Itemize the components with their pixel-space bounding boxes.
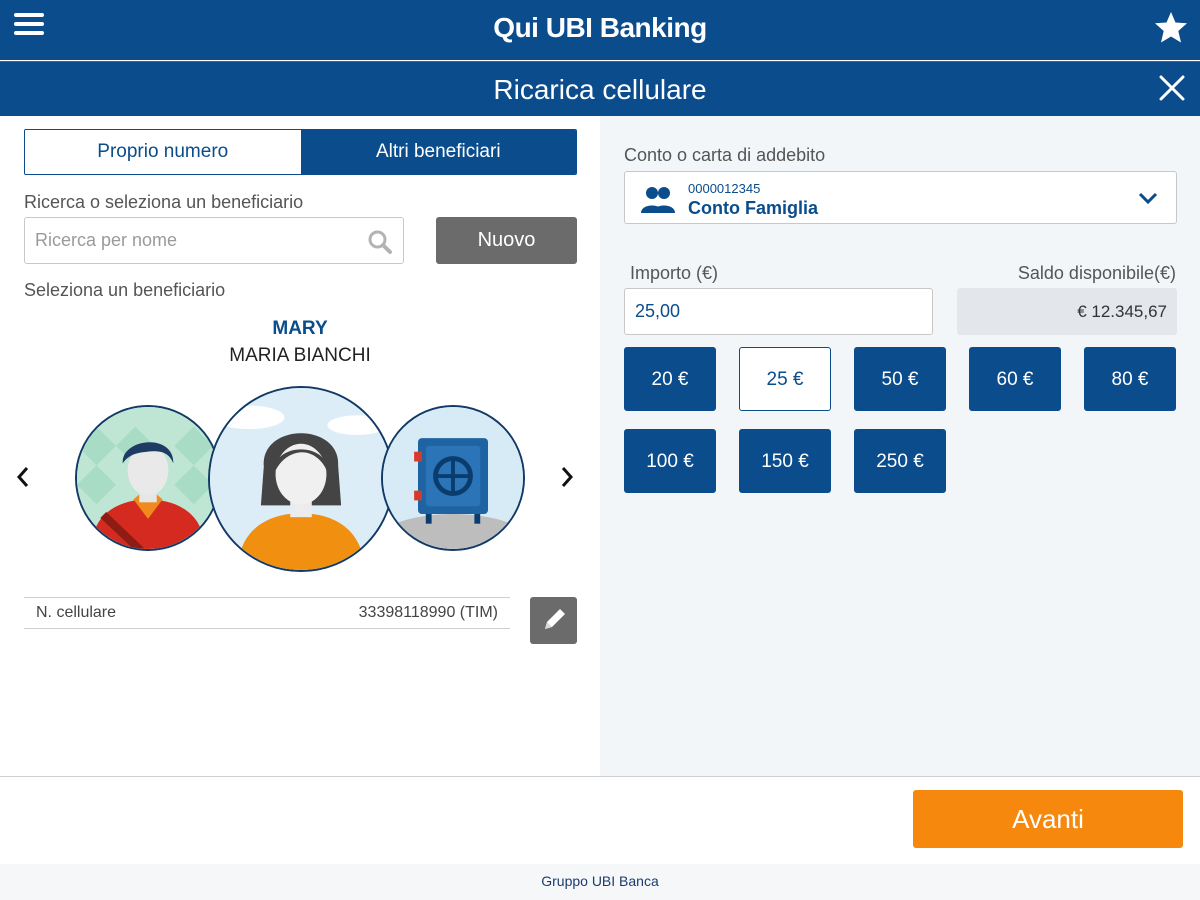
search-label: Ricerca o seleziona un beneficiario: [24, 192, 304, 212]
chevron-right-icon[interactable]: [554, 465, 578, 489]
select-beneficiary-label: Seleziona un beneficiario: [24, 280, 226, 300]
amount-field: [624, 288, 933, 335]
amount-button-100[interactable]: 100 €: [624, 429, 716, 493]
amount-button-60[interactable]: 60 €: [969, 347, 1061, 411]
chevron-left-icon[interactable]: [12, 465, 36, 489]
search-input[interactable]: [25, 218, 345, 262]
search-field: [24, 217, 404, 264]
beneficiary-type-tabs: Proprio numero Altri beneficiari: [24, 129, 577, 175]
amount-label: Importo (€): [630, 263, 719, 283]
app-logo: Qui UBI Banking: [0, 12, 1200, 44]
new-beneficiary-button[interactable]: Nuovo: [436, 217, 577, 264]
edit-phone-button[interactable]: [530, 597, 577, 644]
tab-altri-beneficiari[interactable]: Altri beneficiari: [300, 130, 576, 174]
chevron-down-icon: [1138, 192, 1158, 205]
balance-value: € 12.345,67: [957, 288, 1177, 335]
phone-value: 33398118990 (TIM): [358, 604, 498, 621]
account-number: 0000012345: [688, 181, 761, 196]
search-icon: [368, 230, 392, 254]
amount-button-20[interactable]: 20 €: [624, 347, 716, 411]
avatar-safe[interactable]: [381, 405, 525, 551]
app-bar: Qui UBI Banking: [0, 0, 1200, 60]
beneficiary-name: MARIA BIANCHI: [229, 345, 371, 366]
balance-label: Saldo disponibile(€): [1017, 263, 1176, 283]
beneficiary-nickname: MARY: [272, 318, 328, 339]
tab-proprio-numero[interactable]: Proprio numero: [25, 130, 301, 174]
amount-button-80[interactable]: 80 €: [1084, 347, 1176, 411]
avatar-female[interactable]: [208, 386, 394, 572]
page-title: Ricarica cellulare: [493, 74, 707, 105]
pencil-icon: [545, 609, 565, 629]
amount-button-250[interactable]: 250 €: [854, 429, 946, 493]
avatar-male[interactable]: [75, 405, 221, 551]
amount-button-50[interactable]: 50 €: [854, 347, 946, 411]
close-icon[interactable]: [1158, 74, 1186, 102]
star-icon[interactable]: [1154, 10, 1188, 44]
next-button[interactable]: Avanti: [913, 790, 1183, 848]
amount-button-25[interactable]: 25 €: [739, 347, 831, 411]
amount-input[interactable]: [625, 289, 932, 334]
phone-label: N. cellulare: [36, 604, 117, 621]
account-name: Conto Famiglia: [688, 198, 818, 218]
app-logo-text: Qui UBI Banking: [493, 12, 707, 43]
account-dropdown[interactable]: 0000012345 Conto Famiglia: [624, 171, 1177, 224]
payment-panel: Conto o carta di addebito 0000012345 Con…: [600, 116, 1200, 776]
beneficiary-panel: Proprio numero Altri beneficiari Ricerca…: [0, 116, 600, 776]
users-icon: [641, 187, 675, 213]
footer-divider: [0, 776, 1200, 777]
group-brand: Gruppo UBI Banca: [541, 873, 659, 889]
amount-button-150[interactable]: 150 €: [739, 429, 831, 493]
phone-number-row: N. cellulare 33398118990 (TIM): [24, 597, 510, 629]
account-label: Conto o carta di addebito: [624, 145, 826, 165]
title-bar: Ricarica cellulare: [0, 61, 1200, 116]
group-brand-bar: Gruppo UBI Banca: [0, 864, 1200, 900]
